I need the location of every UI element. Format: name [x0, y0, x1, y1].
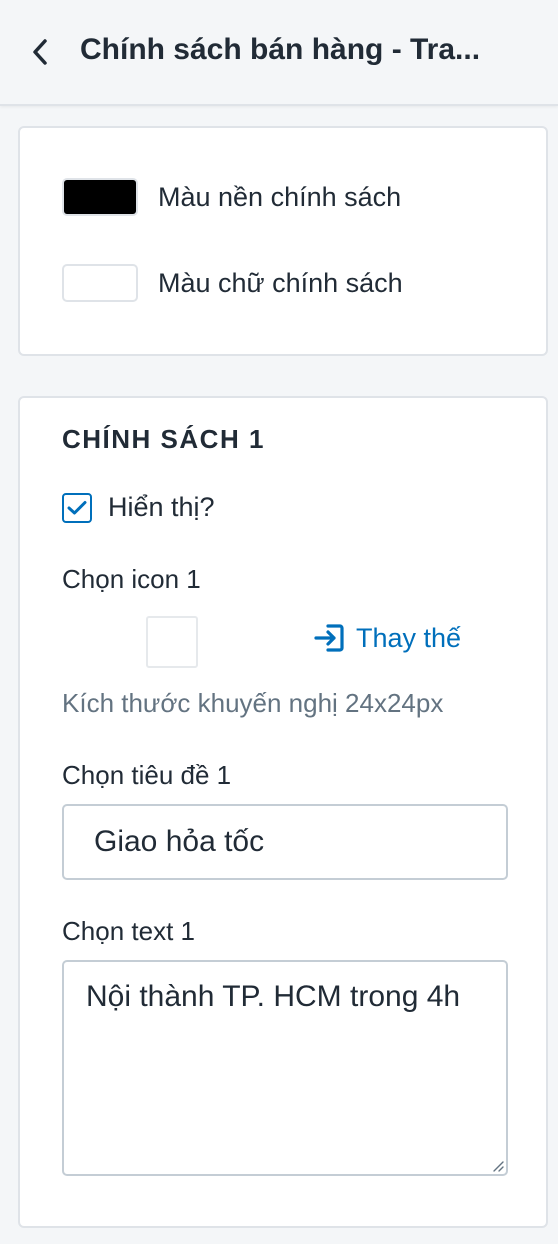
icon-preview-image [146, 616, 198, 668]
page-title: Chính sách bán hàng - Tra... [80, 33, 481, 66]
policy-1-card: CHÍNH SÁCH 1 Hiển thị? Chọn icon 1 Thay … [18, 396, 548, 1228]
title-field-label: Chọn tiêu đề 1 [62, 760, 232, 790]
policy-colors-card: Màu nền chính sách Màu chữ chính sách [18, 126, 548, 356]
top-bar: Chính sách bán hàng - Tra... [0, 0, 558, 106]
replace-import-icon [314, 624, 344, 652]
show-policy-label: Hiển thị? [108, 492, 215, 522]
policy-title-input[interactable] [62, 804, 508, 880]
icon-field-label: Chọn icon 1 [62, 564, 201, 594]
show-policy-checkbox-row[interactable]: Hiển thị? [62, 492, 215, 523]
show-policy-checkbox[interactable] [62, 492, 92, 523]
text-color-row: Màu chữ chính sách [62, 264, 403, 302]
background-color-row: Màu nền chính sách [62, 178, 401, 216]
icon-size-hint: Kích thước khuyến nghị 24x24px [62, 688, 444, 718]
back-button[interactable] [22, 32, 58, 72]
background-color-label: Màu nền chính sách [158, 181, 402, 212]
text-color-label: Màu chữ chính sách [158, 267, 403, 298]
checkmark-icon [67, 500, 87, 514]
replace-button-label: Thay thế [356, 622, 462, 653]
section-title: CHÍNH SÁCH 1 [62, 424, 265, 454]
background-color-swatch[interactable] [62, 178, 138, 216]
text-field-label: Chọn text 1 [62, 916, 195, 946]
replace-icon-button[interactable]: Thay thế [314, 622, 461, 654]
resize-handle-icon[interactable] [492, 1160, 504, 1172]
policy-text-textarea[interactable]: Nội thành TP. HCM trong 4h [62, 960, 508, 1176]
chevron-left-icon [33, 39, 47, 65]
text-color-swatch[interactable] [62, 264, 138, 302]
